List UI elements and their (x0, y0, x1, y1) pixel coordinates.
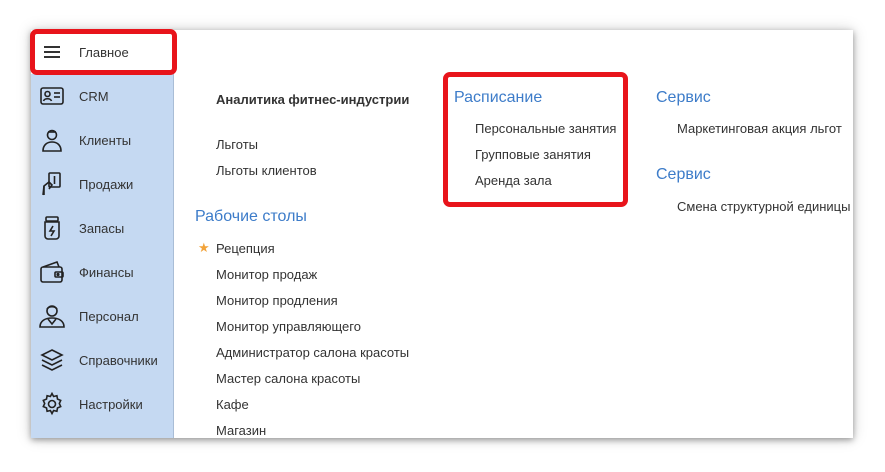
sidebar: Главное CRM Клиенты Продажи Запасы Финан… (31, 30, 174, 438)
schedule-link-group[interactable]: Групповые занятия (475, 147, 591, 162)
desktop-link-renewal-monitor[interactable]: Монитор продления (216, 293, 338, 308)
sidebar-item-label: Настройки (79, 396, 143, 412)
sidebar-item-crm[interactable]: CRM (31, 74, 174, 118)
desktops-heading: Рабочие столы (195, 208, 307, 225)
staff-person-icon (39, 303, 65, 329)
sidebar-item-main[interactable]: Главное (31, 30, 174, 74)
link-client-benefits[interactable]: Льготы клиентов (216, 163, 317, 178)
service-heading-2: Сервис (656, 166, 711, 183)
desktop-link-manager-monitor[interactable]: Монитор управляющего (216, 319, 361, 334)
sidebar-item-label: Запасы (79, 220, 125, 236)
app-window: Главное CRM Клиенты Продажи Запасы Финан… (31, 30, 853, 438)
wallet-icon (39, 259, 65, 285)
gear-icon (39, 391, 65, 417)
favorite-star-icon[interactable]: ★ (198, 240, 210, 256)
sidebar-item-label: Персонал (79, 308, 139, 324)
sidebar-item-label: Продажи (79, 176, 134, 192)
service-heading-1: Сервис (656, 89, 711, 106)
analytics-title[interactable]: Аналитика фитнес-индустрии (216, 92, 409, 107)
sidebar-item-clients[interactable]: Клиенты (31, 118, 174, 162)
desktop-link-reception[interactable]: Рецепция (216, 241, 275, 256)
id-card-icon (39, 83, 65, 109)
desktop-link-cafe[interactable]: Кафе (216, 397, 249, 412)
sidebar-item-label: Финансы (79, 264, 134, 280)
desktop-link-sales-monitor[interactable]: Монитор продаж (216, 267, 317, 282)
schedule-link-personal[interactable]: Персональные занятия (475, 121, 616, 136)
service-link-marketing[interactable]: Маркетинговая акция льгот (677, 121, 842, 136)
sidebar-item-staff[interactable]: Персонал (31, 294, 174, 338)
client-person-icon (39, 127, 65, 153)
sidebar-item-finance[interactable]: Финансы (31, 250, 174, 294)
layers-icon (39, 347, 65, 373)
sidebar-item-references[interactable]: Справочники (31, 338, 174, 382)
sidebar-item-label: CRM (79, 88, 109, 104)
menu-icon (39, 39, 65, 65)
desktop-link-salon-master[interactable]: Мастер салона красоты (216, 371, 360, 386)
main-content: Аналитика фитнес-индустрии Льготы Льготы… (174, 30, 853, 438)
service-link-unit-change[interactable]: Смена структурной единицы (677, 199, 850, 214)
desktop-link-shop[interactable]: Магазин (216, 423, 266, 438)
sidebar-item-sales[interactable]: Продажи (31, 162, 174, 206)
jar-icon (39, 215, 65, 241)
sidebar-item-settings[interactable]: Настройки (31, 382, 174, 426)
hand-money-icon (39, 171, 65, 197)
sidebar-item-label: Главное (79, 44, 129, 60)
desktop-link-salon-admin[interactable]: Администратор салона красоты (216, 345, 409, 360)
sidebar-item-label: Клиенты (79, 132, 132, 148)
schedule-link-hall-rent[interactable]: Аренда зала (475, 173, 552, 188)
sidebar-item-label: Справочники (79, 352, 158, 368)
schedule-heading: Расписание (454, 89, 543, 106)
link-benefits[interactable]: Льготы (216, 137, 258, 152)
sidebar-item-stock[interactable]: Запасы (31, 206, 174, 250)
